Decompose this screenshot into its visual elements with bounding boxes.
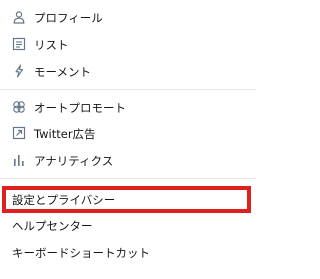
menu-item-label: モーメント (34, 65, 92, 79)
lightning-icon (12, 63, 26, 79)
autopromote-icon (12, 99, 26, 115)
person-icon (12, 9, 26, 25)
bar-chart-icon (12, 152, 26, 168)
menu-item-analytics[interactable]: アナリティクス (0, 148, 256, 174)
menu-item-help-center[interactable]: ヘルプセンター (0, 213, 256, 239)
menu-item-lists[interactable]: リスト (0, 32, 256, 58)
menu-item-label: プロフィール (34, 11, 103, 25)
menu-item-profile[interactable]: プロフィール (0, 5, 256, 31)
dropdown-menu: プロフィール リスト モーメント オートプロモート Twitter広告 アナリテ… (0, 0, 256, 279)
list-icon (12, 36, 26, 52)
highlight-box (2, 186, 251, 213)
menu-item-twitter-ads[interactable]: Twitter広告 (0, 121, 256, 147)
menu-item-label: ヘルプセンター (12, 219, 93, 233)
menu-divider (0, 178, 256, 179)
menu-item-label: リスト (34, 38, 69, 52)
external-link-icon (12, 125, 26, 141)
menu-item-label: アナリティクス (34, 154, 114, 168)
menu-item-label: キーボードショートカット (12, 246, 150, 260)
menu-item-moments[interactable]: モーメント (0, 59, 256, 85)
menu-item-keyboard-shortcuts[interactable]: キーボードショートカット (0, 240, 256, 266)
menu-item-label: Twitter広告 (34, 127, 96, 141)
menu-divider (0, 89, 256, 90)
menu-item-label: オートプロモート (34, 101, 126, 115)
menu-item-autopromote[interactable]: オートプロモート (0, 95, 256, 121)
